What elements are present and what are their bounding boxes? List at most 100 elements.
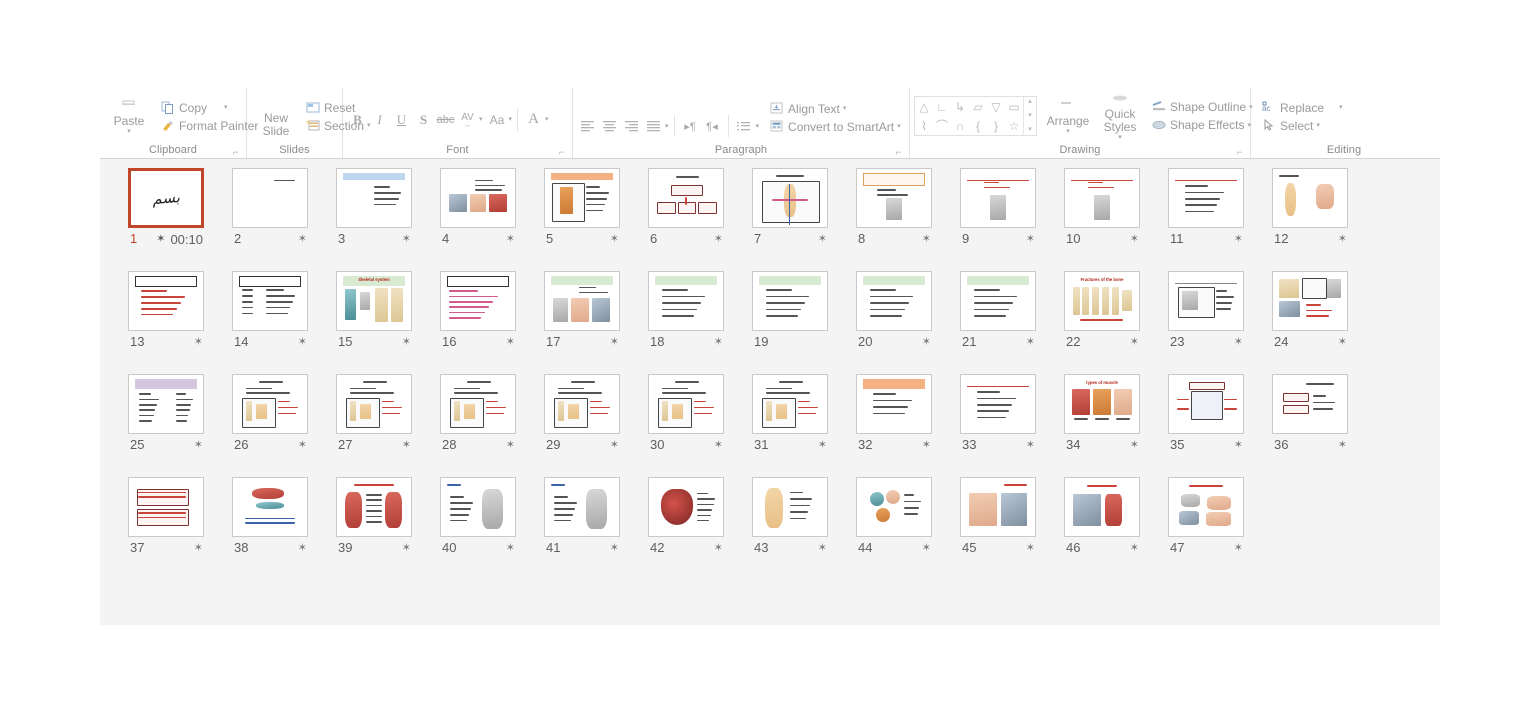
transition-star-icon[interactable]: ✶ <box>922 233 931 245</box>
transition-star-icon[interactable]: ✶ <box>1338 336 1347 348</box>
slide-preview-30[interactable] <box>648 374 724 434</box>
transition-star-icon[interactable]: ✶ <box>156 233 165 245</box>
slide-preview-35[interactable] <box>1168 374 1244 434</box>
slide-thumbnail-44[interactable]: 44 ✶ <box>853 477 957 580</box>
slide-preview-37[interactable] <box>128 477 204 537</box>
replace-caret[interactable]: ▾ <box>1339 104 1343 111</box>
paste-button[interactable]: Paste ▾ <box>104 98 154 135</box>
quick-styles-button[interactable]: Quick Styles ▾ <box>1095 92 1145 141</box>
slide-thumbnail-37[interactable]: 37 ✶ <box>125 477 229 580</box>
slide-thumbnail-36[interactable]: 36 ✶ <box>1269 374 1373 477</box>
slide-preview-5[interactable] <box>544 168 620 228</box>
transition-star-icon[interactable]: ✶ <box>1234 336 1243 348</box>
arrange-caret[interactable]: ▾ <box>1066 128 1070 135</box>
transition-star-icon[interactable]: ✶ <box>922 439 931 451</box>
decrease-indent-button[interactable]: ▸¶ <box>680 116 701 137</box>
slide-preview-32[interactable] <box>856 374 932 434</box>
slide-preview-47[interactable] <box>1168 477 1244 537</box>
slide-preview-22[interactable]: Fractures of the bone <box>1064 271 1140 331</box>
slide-thumbnail-7[interactable]: 7 ✶ <box>749 168 853 271</box>
increase-indent-button[interactable]: ¶◂ <box>702 116 723 137</box>
slide-thumbnail-39[interactable]: 39 ✶ <box>333 477 437 580</box>
slide-preview-20[interactable] <box>856 271 932 331</box>
slide-thumbnail-33[interactable]: 33 ✶ <box>957 374 1061 477</box>
slide-thumbnail-26[interactable]: 26 ✶ <box>229 374 333 477</box>
strikethrough-button[interactable]: abc <box>435 109 456 130</box>
transition-star-icon[interactable]: ✶ <box>194 439 203 451</box>
character-spacing-button[interactable]: AV ↔ <box>457 109 478 130</box>
transition-star-icon[interactable]: ✶ <box>298 336 307 348</box>
slide-thumbnail-40[interactable]: 40 ✶ <box>437 477 541 580</box>
transition-star-icon[interactable]: ✶ <box>1130 336 1139 348</box>
slide-preview-23[interactable] <box>1168 271 1244 331</box>
slide-preview-3[interactable] <box>336 168 412 228</box>
shape-arc-icon[interactable]: ⌒ <box>936 120 948 132</box>
slide-thumbnail-15[interactable]: Skeletal system 15 ✶ <box>333 271 437 374</box>
shape-outline-button[interactable]: Shape Outline ▾ <box>1149 99 1255 115</box>
slide-preview-44[interactable] <box>856 477 932 537</box>
transition-star-icon[interactable]: ✶ <box>298 542 307 554</box>
slide-sorter-workspace[interactable]: بسم 1 ✶ 00:10 2 ✶ 3 ✶ 4 ✶ 5 ✶ 6 ✶ 7 ✶ 8 ✶ 9 ✶ 10 ✶ 11 ✶ 12 ✶… <box>100 159 1440 625</box>
slide-thumbnail-22[interactable]: Fractures of the bone 22 ✶ <box>1061 271 1165 374</box>
slide-preview-31[interactable] <box>752 374 828 434</box>
transition-star-icon[interactable]: ✶ <box>1130 233 1139 245</box>
transition-star-icon[interactable]: ✶ <box>1234 542 1243 554</box>
transition-star-icon[interactable]: ✶ <box>714 542 723 554</box>
shape-scribble-icon[interactable]: ⌇ <box>921 120 927 132</box>
underline-button[interactable]: U <box>391 109 412 130</box>
slide-grid[interactable]: بسم 1 ✶ 00:10 2 ✶ 3 ✶ 4 ✶ 5 ✶ 6 ✶ 7 ✶ 8 ✶ 9 ✶ 10 ✶ 11 ✶ 12 ✶… <box>125 168 1375 580</box>
slide-preview-40[interactable] <box>440 477 516 537</box>
transition-star-icon[interactable]: ✶ <box>402 233 411 245</box>
slide-preview-9[interactable] <box>960 168 1036 228</box>
shape-rectangle-icon[interactable]: ▭ <box>1008 101 1019 113</box>
shape-curve-icon[interactable]: ∩ <box>956 120 965 132</box>
slide-preview-6[interactable] <box>648 168 724 228</box>
slide-thumbnail-1[interactable]: بسم 1 ✶ 00:10 <box>125 168 229 271</box>
gallery-more-icon[interactable]: ▾ <box>1028 126 1032 134</box>
slide-thumbnail-38[interactable]: 38 ✶ <box>229 477 333 580</box>
transition-star-icon[interactable]: ✶ <box>506 542 515 554</box>
transition-star-icon[interactable]: ✶ <box>818 439 827 451</box>
slide-thumbnail-9[interactable]: 9 ✶ <box>957 168 1061 271</box>
slide-thumbnail-41[interactable]: 41 ✶ <box>541 477 645 580</box>
paragraph-dialog-launcher[interactable]: ⌐ <box>894 148 903 157</box>
transition-star-icon[interactable]: ✶ <box>922 336 931 348</box>
change-case-caret[interactable]: ▾ <box>509 116 513 123</box>
shape-corner-icon[interactable]: ∟ <box>936 101 948 113</box>
gallery-scroll-down-icon[interactable]: ▾ <box>1028 112 1032 120</box>
slide-thumbnail-10[interactable]: 10 ✶ <box>1061 168 1165 271</box>
paste-dropdown-caret[interactable]: ▾ <box>127 128 131 135</box>
slide-thumbnail-20[interactable]: 20 ✶ <box>853 271 957 374</box>
transition-star-icon[interactable]: ✶ <box>1234 233 1243 245</box>
character-spacing-caret[interactable]: ▾ <box>479 116 483 123</box>
shape-right-brace-icon[interactable]: } <box>994 120 998 132</box>
slide-thumbnail-35[interactable]: 35 ✶ <box>1165 374 1269 477</box>
slide-thumbnail-16[interactable]: 16 ✶ <box>437 271 541 374</box>
slide-preview-42[interactable] <box>648 477 724 537</box>
slide-thumbnail-23[interactable]: 23 ✶ <box>1165 271 1269 374</box>
transition-star-icon[interactable]: ✶ <box>402 542 411 554</box>
align-center-button[interactable] <box>599 116 620 137</box>
slide-thumbnail-3[interactable]: 3 ✶ <box>333 168 437 271</box>
shape-gallery-scrollbar[interactable]: ▴ ▾ ▾ <box>1023 97 1036 135</box>
slide-thumbnail-45[interactable]: 45 ✶ <box>957 477 1061 580</box>
slide-preview-39[interactable] <box>336 477 412 537</box>
slide-preview-17[interactable] <box>544 271 620 331</box>
copy-dropdown-caret[interactable]: ▾ <box>224 104 228 111</box>
slide-thumbnail-32[interactable]: 32 ✶ <box>853 374 957 477</box>
slide-preview-29[interactable] <box>544 374 620 434</box>
slide-preview-19[interactable] <box>752 271 828 331</box>
smartart-caret[interactable]: ▾ <box>897 123 901 130</box>
slide-preview-45[interactable] <box>960 477 1036 537</box>
slide-preview-12[interactable] <box>1272 168 1348 228</box>
slide-preview-26[interactable] <box>232 374 308 434</box>
shape-star-icon[interactable]: ☆ <box>1009 120 1020 132</box>
slide-thumbnail-8[interactable]: 8 ✶ <box>853 168 957 271</box>
change-case-button[interactable]: Aa <box>487 109 508 130</box>
slide-thumbnail-42[interactable]: 42 ✶ <box>645 477 749 580</box>
shape-parallelogram-icon[interactable]: ▱ <box>973 101 982 113</box>
slide-preview-34[interactable]: types of muscle <box>1064 374 1140 434</box>
shape-grid[interactable]: △ ∟ ↳ ▱ ▽ ▭ ⌇ ⌒ ∩ { } ☆ <box>915 97 1023 135</box>
slide-thumbnail-28[interactable]: 28 ✶ <box>437 374 541 477</box>
slide-preview-33[interactable] <box>960 374 1036 434</box>
